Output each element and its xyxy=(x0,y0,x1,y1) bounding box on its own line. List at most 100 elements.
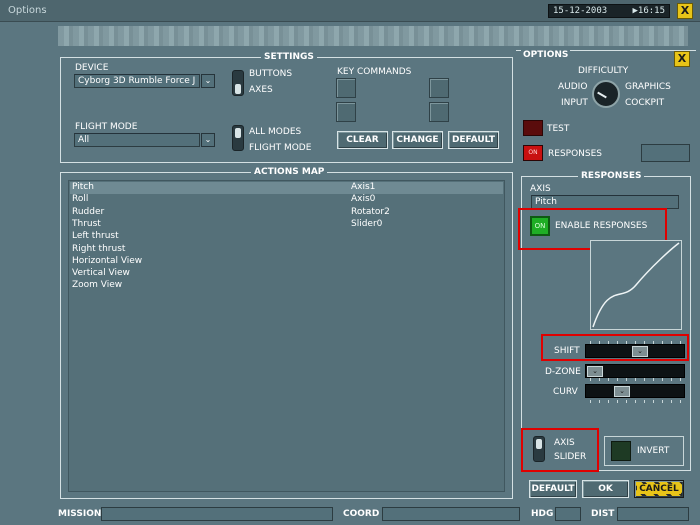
action-name: Rudder xyxy=(72,206,105,217)
input-label[interactable]: INPUT xyxy=(561,98,588,108)
hdg-field xyxy=(555,507,581,521)
table-row[interactable]: Right thrust xyxy=(70,244,503,256)
axis-label: AXIS xyxy=(530,184,551,194)
dist-field xyxy=(617,507,689,521)
action-name: Zoom View xyxy=(72,280,123,291)
audio-label[interactable]: AUDIO xyxy=(558,82,587,92)
curv-slider-thumb[interactable]: ⌄ xyxy=(614,386,630,397)
test-label: TEST xyxy=(547,124,570,134)
axis-slider-toggle[interactable] xyxy=(533,436,545,462)
knob-pointer xyxy=(597,91,607,99)
graphics-label[interactable]: GRAPHICS xyxy=(625,82,671,92)
cockpit-label[interactable]: COCKPIT xyxy=(625,98,664,108)
invert-label: INVERT xyxy=(637,446,670,456)
mission-field xyxy=(101,507,333,521)
toggle-knob xyxy=(235,128,241,138)
key-command-slot-2[interactable] xyxy=(336,102,356,122)
slider-option-label: SLIDER xyxy=(554,452,587,462)
enable-responses-led[interactable]: ON xyxy=(530,216,550,236)
enable-responses-label: ENABLE RESPONSES xyxy=(555,221,648,231)
responses-title: RESPONSES xyxy=(578,171,645,181)
map-strip xyxy=(58,26,688,46)
mission-label: MISSION xyxy=(58,509,102,519)
chevron-down-icon: ⌄ xyxy=(204,76,212,85)
key-command-slot-1[interactable] xyxy=(336,78,356,98)
table-row[interactable]: Pitch Axis1 xyxy=(70,182,503,194)
difficulty-label[interactable]: DIFFICULTY xyxy=(578,66,628,76)
action-name: Right thrust xyxy=(72,243,126,254)
curv-slider[interactable]: ⌄ xyxy=(585,384,685,398)
action-name: Horizontal View xyxy=(72,255,143,266)
action-binding: Rotator2 xyxy=(351,206,390,217)
axis-option-label: AXIS xyxy=(554,438,575,448)
footer-default-button[interactable]: DEFAULT xyxy=(529,480,577,498)
actions-map-title: ACTIONS MAP xyxy=(251,167,328,177)
buttons-option-label: BUTTONS xyxy=(249,69,293,79)
action-name: Vertical View xyxy=(72,268,130,279)
table-row[interactable]: Vertical View xyxy=(70,268,503,280)
actions-list: Pitch Axis1 Roll Axis0 Rudder Rotator2 Thrust S… xyxy=(68,180,505,492)
key-command-slot-4[interactable] xyxy=(429,102,449,122)
table-row[interactable]: Rudder Rotator2 xyxy=(70,207,503,219)
axis-field[interactable]: Pitch xyxy=(531,195,679,209)
invert-led[interactable] xyxy=(611,441,631,461)
date-time-display: 15-12-2003 ▶16:15 xyxy=(548,4,670,18)
shift-slider[interactable]: ⌄ xyxy=(585,344,685,358)
action-binding: Axis0 xyxy=(351,194,376,205)
dist-label: DIST xyxy=(591,509,615,519)
response-curve xyxy=(592,242,680,328)
chevron-down-icon: ⌄ xyxy=(204,135,212,144)
time-text: ▶16:15 xyxy=(632,6,665,16)
coord-label: COORD xyxy=(343,509,380,519)
cancel-button[interactable]: CANCEL xyxy=(634,480,684,498)
window-close-button[interactable]: X xyxy=(677,3,693,19)
dzone-slider-thumb[interactable]: ⌄ xyxy=(587,366,603,377)
flight-mode-option-label: FLIGHT MODE xyxy=(249,143,312,153)
table-row[interactable]: Horizontal View xyxy=(70,256,503,268)
table-row[interactable]: Zoom View xyxy=(70,280,503,292)
key-command-slot-3[interactable] xyxy=(429,78,449,98)
flight-mode-dropdown-arrow[interactable]: ⌄ xyxy=(201,133,215,147)
flight-mode-label: FLIGHT MODE xyxy=(75,122,138,132)
dzone-ticks xyxy=(590,378,684,381)
responses-option-label: RESPONSES xyxy=(548,149,603,159)
device-select[interactable]: Cyborg 3D Rumble Force J xyxy=(74,74,200,88)
response-curve-graph xyxy=(590,240,682,330)
test-led[interactable] xyxy=(523,120,543,136)
window-title: Options xyxy=(8,5,47,16)
device-dropdown-arrow[interactable]: ⌄ xyxy=(201,74,215,88)
settings-title: SETTINGS xyxy=(261,52,317,62)
axes-option-label: AXES xyxy=(249,85,273,95)
key-default-button[interactable]: DEFAULT xyxy=(448,131,499,149)
action-name: Roll xyxy=(72,194,89,205)
options-selector-knob[interactable] xyxy=(592,80,620,108)
coord-field xyxy=(382,507,520,521)
action-name: Left thrust xyxy=(72,231,119,242)
dzone-slider[interactable]: ⌄ xyxy=(585,364,685,378)
shift-slider-thumb[interactable]: ⌄ xyxy=(632,346,648,357)
cancel-label: CANCEL xyxy=(637,484,681,494)
ok-button[interactable]: OK xyxy=(582,480,629,498)
options-close-button[interactable]: X xyxy=(674,51,690,67)
responses-led[interactable]: ON xyxy=(523,145,543,161)
clear-button[interactable]: CLEAR xyxy=(337,131,388,149)
hdg-label: HDG xyxy=(531,509,554,519)
table-row[interactable]: Roll Axis0 xyxy=(70,194,503,206)
toggle-knob xyxy=(235,84,241,94)
device-label: DEVICE xyxy=(75,63,109,73)
change-button[interactable]: CHANGE xyxy=(392,131,443,149)
table-row[interactable]: Left thrust xyxy=(70,231,503,243)
all-modes-option-label: ALL MODES xyxy=(249,127,302,137)
toggle-knob xyxy=(536,439,542,449)
options-title: OPTIONS xyxy=(521,50,571,60)
responses-value-box xyxy=(641,144,690,162)
curv-label: CURV xyxy=(553,387,578,397)
curv-ticks xyxy=(590,400,684,403)
flight-mode-select[interactable]: All xyxy=(74,133,200,147)
table-row[interactable]: Thrust Slider0 xyxy=(70,219,503,231)
shift-label: SHIFT xyxy=(554,346,580,356)
action-binding: Axis1 xyxy=(351,182,376,192)
all-modes-toggle[interactable] xyxy=(232,125,244,151)
dzone-label: D-ZONE xyxy=(545,367,581,377)
buttons-axes-toggle[interactable] xyxy=(232,70,244,96)
